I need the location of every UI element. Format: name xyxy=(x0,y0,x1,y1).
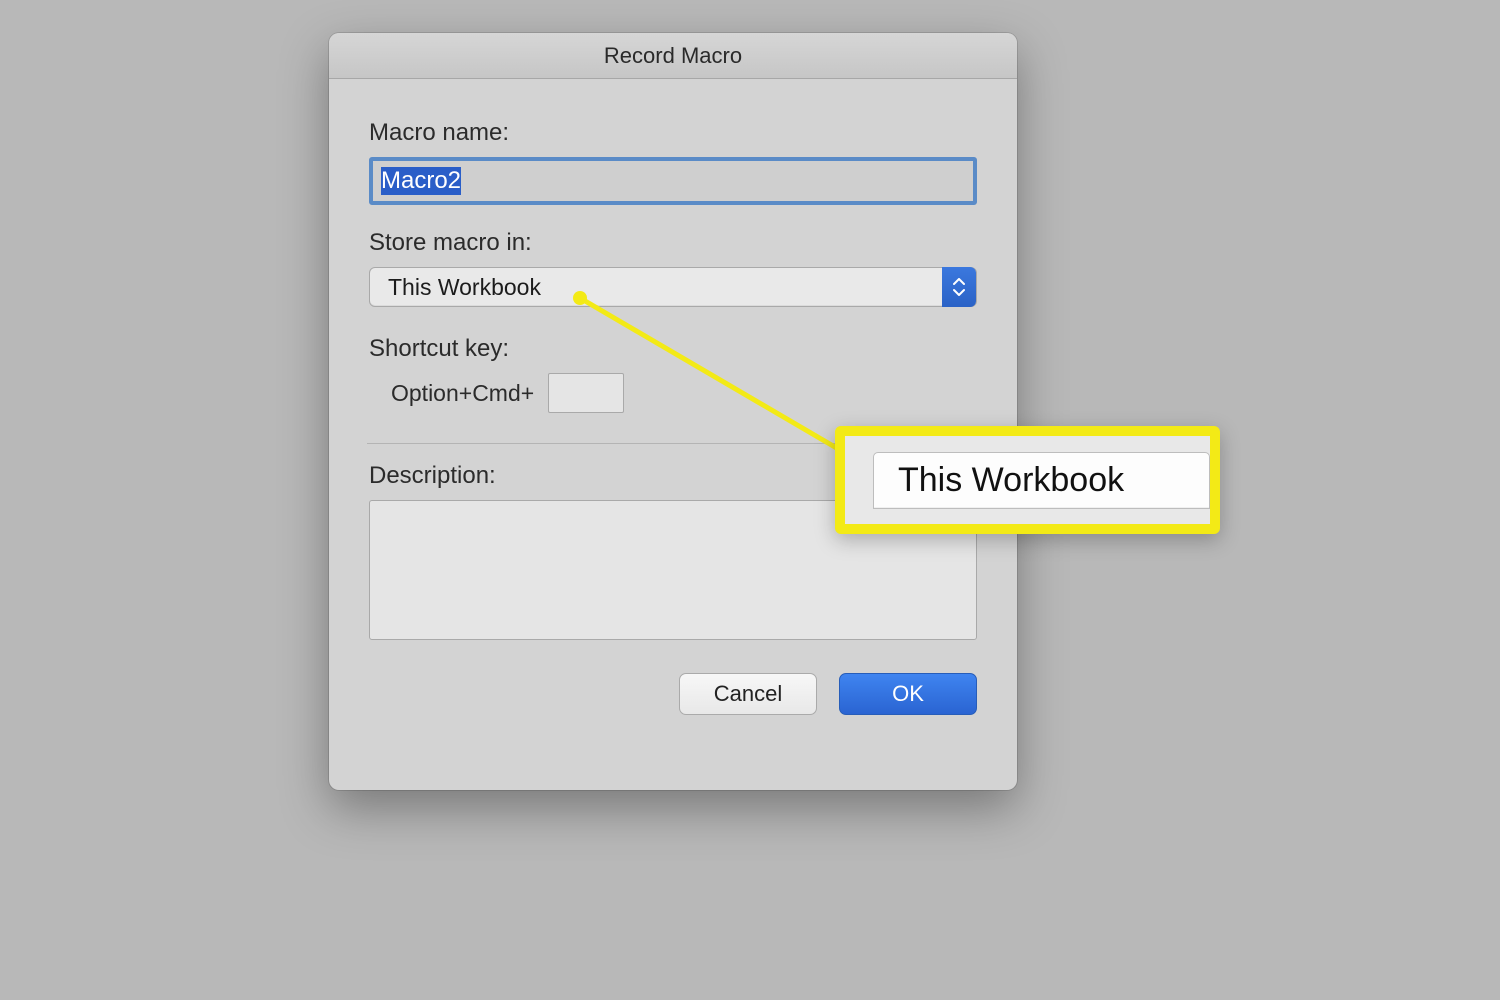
cancel-button[interactable]: Cancel xyxy=(679,673,817,715)
shortcut-key-label: Shortcut key: xyxy=(369,335,977,363)
dialog-title: Record Macro xyxy=(604,43,742,69)
store-macro-dropdown[interactable]: This Workbook xyxy=(369,267,977,307)
dialog-buttons: Cancel OK xyxy=(369,673,977,715)
ok-button[interactable]: OK xyxy=(839,673,977,715)
dropdown-stepper-icon xyxy=(942,267,976,307)
shortcut-row: Option+Cmd+ xyxy=(391,373,977,413)
annotation-callout-text: This Workbook xyxy=(873,452,1210,509)
store-macro-value: This Workbook xyxy=(370,274,942,301)
macro-name-label: Macro name: xyxy=(369,119,977,147)
dialog-titlebar: Record Macro xyxy=(329,33,1017,79)
record-macro-dialog: Record Macro Macro name: Store macro in:… xyxy=(329,33,1017,790)
annotation-callout: This Workbook xyxy=(835,426,1220,534)
macro-name-input[interactable] xyxy=(369,157,977,205)
shortcut-key-input[interactable] xyxy=(548,373,624,413)
store-macro-label: Store macro in: xyxy=(369,229,977,257)
shortcut-prefix-text: Option+Cmd+ xyxy=(391,380,534,407)
dialog-body: Macro name: Store macro in: This Workboo… xyxy=(329,79,1017,715)
